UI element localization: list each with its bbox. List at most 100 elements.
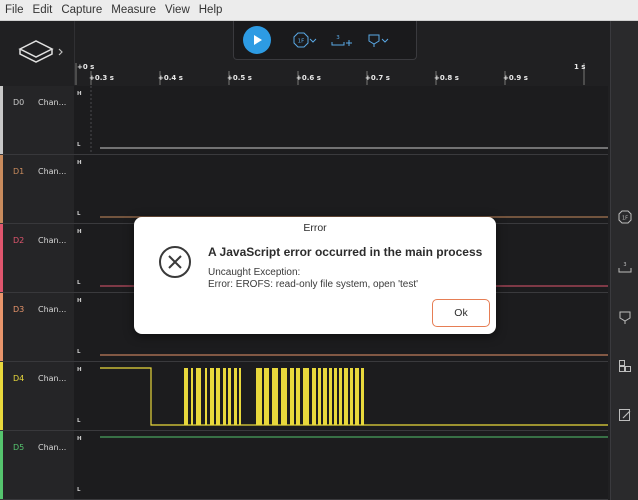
signal-pulse [323,368,327,425]
edit-note-icon [619,409,631,421]
channel-name[interactable]: Chan... [38,305,66,314]
channel-row-d5[interactable]: D5 Chan... [0,431,74,500]
signal-pulse [350,368,353,425]
chevron-down-icon [309,38,317,43]
signal-pulse [196,368,201,425]
time-label: 1 s [574,63,586,71]
trigger-panel-button[interactable]: 1F [617,209,633,225]
waveform-lane-d5[interactable]: H L [74,431,608,500]
signal-pulse [290,368,294,425]
channel-id: D0 [13,98,25,107]
channel-row-d4[interactable]: D4 Chan... [0,362,74,431]
capture-toolbar: 1F 3 [233,21,417,60]
menu-file[interactable]: File [0,4,28,16]
marker-button[interactable] [367,33,389,47]
channel-id: D3 [13,305,25,314]
right-sidebar: 1F 3 [610,21,638,500]
signal-pulse [210,368,214,425]
channel-name[interactable]: Chan... [38,443,66,452]
signal-pulse [272,368,278,425]
signal-pulse [361,368,364,425]
signal-pulse [312,368,316,425]
analyzers-icon [619,360,631,372]
time-label: +0.8 s [434,74,459,82]
analyzers-panel-button[interactable] [617,358,633,374]
time-label: +0.7 s [365,74,390,82]
marker-icon [619,311,631,324]
svg-text:3: 3 [623,262,626,268]
time-ruler[interactable]: +0 s +0.3 s +0.4 s +0.5 s +0.6 s +0.7 s … [74,59,608,85]
chevron-down-icon [381,38,389,43]
signal-pulse [334,368,337,425]
device-panel[interactable] [0,21,75,85]
signal-pulse [184,368,188,425]
trigger-icon: 1F [618,210,632,224]
channel-name[interactable]: Chan... [38,167,66,176]
signal-pulse [216,368,220,425]
measurements-panel-button[interactable]: 3 [617,259,633,275]
dialog-message-line: Error: EROFS: read-only file system, ope… [208,279,418,290]
menu-view[interactable]: View [160,4,194,16]
waveform-lane-d4[interactable]: H L [74,362,608,431]
waveform-d5 [100,436,608,438]
channel-color-bar [0,86,3,154]
time-label: +0.4 s [158,74,183,82]
channel-name[interactable]: Chan... [38,236,66,245]
time-ruler-ticks [75,63,585,85]
channel-color-bar [0,155,3,223]
waveform-d1 [100,216,608,218]
measure-icon: 3 [618,262,632,273]
dialog-heading: A JavaScript error occurred in the main … [208,245,483,259]
waveform-d0 [90,86,608,154]
measurement-add-button[interactable]: 3 [331,32,353,48]
signal-pulse [303,368,309,425]
markers-panel-button[interactable] [617,309,633,325]
channel-color-bar [0,362,3,430]
channel-row-d0[interactable]: D0 Chan... [0,86,74,155]
waveform-lane-d0[interactable]: H L [74,86,608,155]
signal-pulse [223,368,226,425]
menu-help[interactable]: Help [194,4,227,16]
marker-icon [368,34,380,47]
waveform-d4 [100,367,608,426]
menu-measure[interactable]: Measure [106,4,160,16]
signal-pulse [355,368,359,425]
signal-pulse [205,368,207,425]
signal-pulse [234,368,237,425]
channel-id: D5 [13,443,25,452]
channel-name[interactable]: Chan... [38,98,66,107]
channel-row-d2[interactable]: D2 Chan... [0,224,74,293]
channel-row-d3[interactable]: D3 Chan... [0,293,74,362]
channel-color-bar [0,431,3,499]
signal-pulse [191,368,193,425]
channel-id: D1 [13,167,25,176]
ok-button[interactable]: Ok [432,299,490,327]
channel-row-d1[interactable]: D1 Chan... [0,155,74,224]
signal-pulse [228,368,231,425]
app-window: 1F 3 +0 s +0.3 s +0.4 s +0.5 s +0.6 s +0… [0,21,638,500]
svg-text:1F: 1F [298,39,305,45]
time-label: +0 s [77,63,95,71]
menu-edit[interactable]: Edit [28,4,57,16]
time-label: +0.5 s [227,74,252,82]
channel-name[interactable]: Chan... [38,374,66,383]
measure-add-icon: 3 [331,35,352,46]
trigger-button[interactable]: 1F [293,32,317,48]
channel-color-bar [0,293,3,361]
trigger-icon: 1F [293,32,309,48]
error-icon [159,246,191,278]
signal-pulse [318,368,321,425]
menu-bar: File Edit Capture Measure View Help [0,0,638,21]
signal-pulse [256,368,262,425]
menu-capture[interactable]: Capture [56,4,106,16]
svg-text:1F: 1F [622,216,628,222]
time-label: +0.3 s [89,74,114,82]
error-dialog: Error A JavaScript error occurred in the… [134,217,496,334]
start-capture-button[interactable] [243,26,271,54]
dialog-title: Error [303,222,327,234]
signal-pulse [264,368,269,425]
waveform-lane-d1[interactable]: H L [74,155,608,224]
signal-pulse [239,368,241,425]
notes-panel-button[interactable] [617,407,633,423]
svg-text:3: 3 [336,35,340,41]
